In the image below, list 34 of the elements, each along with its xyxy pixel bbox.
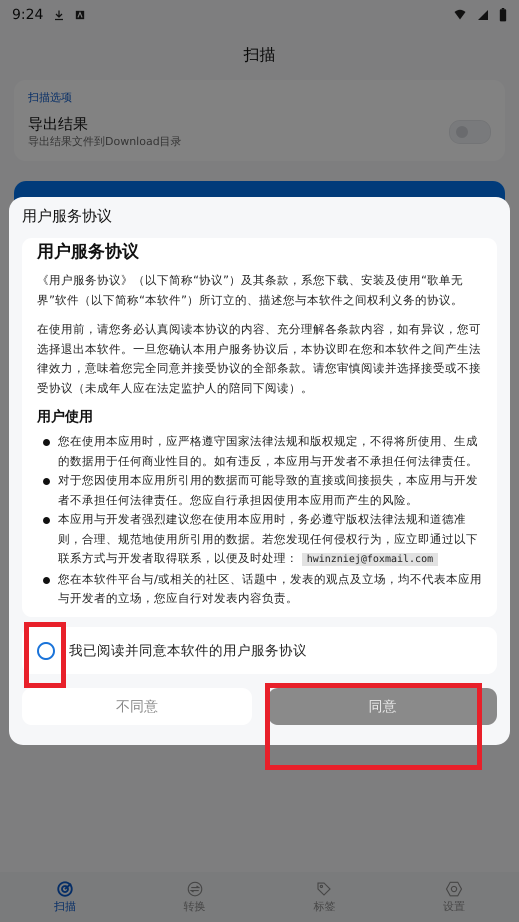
bullet-text: 对于您因使用本应用所引用的数据而可能导致的直接或间接损失，本应用与开发者不承担任何法律责任。您应自行承担因使用本应用而产生的风险。 — [58, 472, 479, 508]
dialog-title: 用户服务协议 — [22, 207, 113, 226]
scan-icon — [56, 880, 74, 898]
tag-icon — [315, 880, 334, 898]
setting-title: 导出结果 — [28, 115, 89, 134]
radio-button[interactable] — [37, 642, 55, 660]
consent-label: 我已阅读并同意本软件的用户服务协议 — [69, 642, 307, 660]
toggle-switch[interactable] — [449, 120, 491, 144]
disagree-button[interactable]: 不同意 — [22, 688, 252, 725]
email-address: hwinzniej@foxmail.com — [302, 553, 438, 566]
bullet-text: 本应用与开发者强烈建议您在使用本应用时，务必遵守版权法律法规和道德准则，合理、规范地使用所引用的数据。若您发现任何侵权行为，应立即通过以下联系方式与开发者取得联系，以便及时处理： hwinzniej@foxmail.com — [58, 511, 479, 568]
setting-subtitle: 导出结果文件到Download目录 — [28, 134, 183, 149]
signal-icon — [477, 9, 489, 21]
settings-icon — [445, 880, 464, 898]
bullet-text: 您在本软件平台与/或相关的社区、话题中，发表的观点及立场，均不代表本应用与开发者的立场，您应自行对发表内容负责。 — [58, 570, 482, 607]
bullet-icon — [43, 576, 50, 584]
nav-tab[interactable]: 扫描 — [0, 872, 130, 922]
status-time: 9:24 — [12, 7, 44, 23]
bullet-icon — [43, 478, 50, 485]
section-heading: 用户使用 — [37, 408, 94, 426]
agreement-paragraph: 在使用前，请您务必认真阅读本协议的内容、充分理解各条款内容，如有异议，您可选择退出本软件。一旦您确认本用户服务协议后，本协议即在您和本软件之间产生法律效力，意味着您完全同意并接受协议的全部条款。请您审慎阅读并选择接受或不接受协议（未成年人应在法定监护人的陪同下阅读）。 — [37, 321, 482, 396]
swap-icon — [186, 880, 204, 898]
bullet-icon — [43, 439, 50, 446]
bullet-icon — [43, 517, 50, 524]
notification-icon — [75, 10, 86, 20]
consent-row[interactable]: 我已阅读并同意本软件的用户服务协议 — [22, 627, 497, 674]
page-title: 扫描 — [244, 44, 276, 66]
battery-icon — [499, 8, 507, 22]
download-icon — [53, 8, 66, 22]
agreement-paragraph: 《用户服务协议》（以下简称“协议”）及其条款，系您下载、安装及使用“歌单无界”软件（以下简称“本软件”）所订立的、描述您与本软件之间权利义务的协议。 — [37, 272, 464, 308]
agreement-heading: 用户服务协议 — [37, 241, 140, 263]
bullet-text: 您在使用本应用时，应严格遵守国家法律法规和版权规定，不得将所使用、生成的数据用于任何商业性目的。如有违反，本应用与开发者不承担任何法律责任。 — [58, 433, 479, 470]
section-label: 扫描选项 — [28, 90, 73, 105]
wifi-icon — [453, 9, 467, 21]
